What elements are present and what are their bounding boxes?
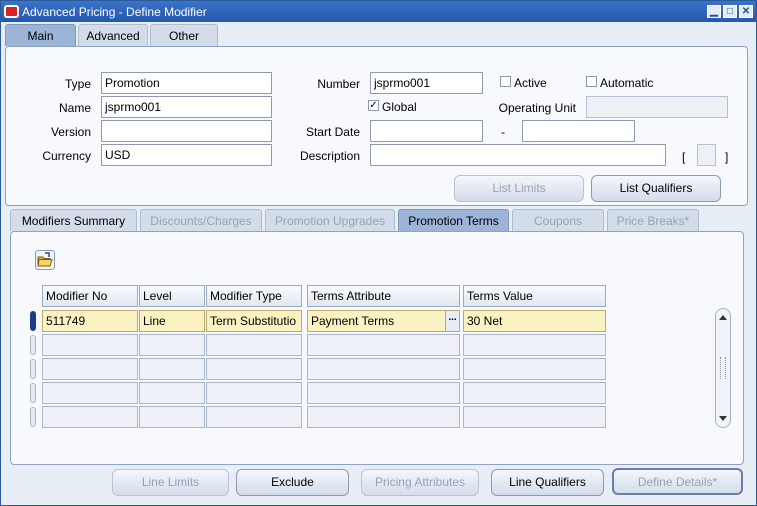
tab-other[interactable]: Other	[150, 24, 218, 46]
minimize-icon[interactable]: ▁	[707, 5, 721, 18]
description-field[interactable]	[370, 144, 666, 166]
cell-modifier-type[interactable]: Term Substitutio	[206, 310, 302, 332]
description-label: Description	[299, 149, 360, 163]
column-header-terms-value: Terms Value	[463, 285, 606, 307]
list-limits-button[interactable]: List Limits	[454, 175, 584, 202]
dff-open-bracket: [	[682, 150, 686, 164]
cell-modifier-type[interactable]	[206, 406, 302, 428]
cell-level[interactable]: Line	[139, 310, 205, 332]
column-header-level: Level	[139, 285, 205, 307]
tab-main[interactable]: Main	[5, 24, 76, 46]
title-bar: Advanced Pricing - Define Modifier ▁ □ ✕	[1, 1, 756, 22]
line-qualifiers-button[interactable]: Line Qualifiers	[491, 469, 604, 496]
cell-terms-attribute[interactable]	[307, 334, 460, 356]
list-qualifiers-button[interactable]: List Qualifiers	[591, 175, 721, 202]
cell-modifier-no[interactable]	[42, 358, 138, 380]
row-indicator[interactable]	[30, 335, 36, 355]
start-date-label: Start Date	[305, 125, 360, 139]
list-of-values-button[interactable]: ...	[445, 311, 459, 331]
column-header-terms-attribute: Terms Attribute	[307, 285, 460, 307]
column-header-modifier-no: Modifier No	[42, 285, 138, 307]
tab-discounts-charges[interactable]: Discounts/Charges	[140, 209, 262, 231]
cell-modifier-type[interactable]	[206, 382, 302, 404]
global-checkbox[interactable]: ✓	[368, 100, 379, 111]
cell-modifier-no[interactable]	[42, 406, 138, 428]
folder-icon	[37, 252, 53, 267]
cell-terms-attribute-text: Payment Terms	[311, 314, 395, 328]
cell-modifier-no[interactable]	[42, 382, 138, 404]
cell-terms-value[interactable]	[463, 406, 606, 428]
column-header-modifier-type: Modifier Type	[206, 285, 302, 307]
descriptive-flexfield[interactable]	[697, 144, 716, 166]
cell-modifier-no[interactable]: 511749	[42, 310, 138, 332]
window-title: Advanced Pricing - Define Modifier	[22, 5, 207, 19]
type-label: Type	[64, 77, 91, 91]
automatic-label: Automatic	[600, 76, 654, 90]
row-indicator-current[interactable]	[30, 311, 36, 331]
row-indicator[interactable]	[30, 383, 36, 403]
cell-level[interactable]	[139, 382, 205, 404]
exclude-button[interactable]: Exclude	[236, 469, 349, 496]
version-field[interactable]	[101, 120, 272, 142]
tab-promotion-terms[interactable]: Promotion Terms	[398, 209, 509, 231]
cell-terms-value[interactable]	[463, 334, 606, 356]
cell-terms-value[interactable]: 30 Net	[463, 310, 606, 332]
cell-terms-attribute[interactable]	[307, 406, 460, 428]
cell-terms-value[interactable]	[463, 358, 606, 380]
tab-price-breaks[interactable]: Price Breaks*	[607, 209, 699, 231]
vertical-scrollbar[interactable]	[715, 308, 731, 428]
line-limits-button[interactable]: Line Limits	[112, 469, 229, 496]
end-date-field[interactable]	[522, 120, 635, 142]
open-folder-button[interactable]	[35, 250, 55, 270]
number-label: Number	[317, 77, 360, 91]
active-checkbox[interactable]	[500, 76, 511, 87]
automatic-checkbox[interactable]	[586, 76, 597, 87]
tab-coupons[interactable]: Coupons	[512, 209, 604, 231]
scroll-grip-icon[interactable]	[720, 357, 726, 379]
active-label: Active	[514, 76, 547, 90]
modifier-window: Advanced Pricing - Define Modifier ▁ □ ✕…	[0, 0, 757, 506]
cell-modifier-type[interactable]	[206, 358, 302, 380]
cell-modifier-type[interactable]	[206, 334, 302, 356]
number-field[interactable]: jsprmo001	[370, 72, 483, 94]
operating-unit-label: Operating Unit	[498, 101, 576, 115]
oracle-app-icon	[4, 5, 19, 18]
cell-level[interactable]	[139, 334, 205, 356]
start-date-field[interactable]	[370, 120, 483, 142]
tab-modifiers-summary[interactable]: Modifiers Summary	[10, 209, 137, 231]
scroll-down-icon[interactable]	[719, 416, 727, 421]
date-separator: -	[501, 125, 505, 139]
maximize-icon[interactable]: □	[723, 5, 737, 18]
currency-field[interactable]: USD	[101, 144, 272, 166]
tab-advanced[interactable]: Advanced	[78, 24, 148, 46]
define-details-button[interactable]: Define Details*	[612, 468, 743, 495]
scroll-up-icon[interactable]	[719, 315, 727, 320]
version-label: Version	[50, 125, 91, 139]
name-label: Name	[58, 101, 91, 115]
operating-unit-field[interactable]	[586, 96, 728, 118]
cell-level[interactable]	[139, 406, 205, 428]
row-indicator[interactable]	[30, 407, 36, 427]
cell-terms-attribute[interactable]	[307, 382, 460, 404]
name-field[interactable]: jsprmo001	[101, 96, 272, 118]
cell-level[interactable]	[139, 358, 205, 380]
pricing-attributes-button[interactable]: Pricing Attributes	[361, 469, 479, 496]
type-field[interactable]: Promotion	[101, 72, 272, 94]
cell-terms-attribute[interactable]: Payment Terms ...	[307, 310, 460, 332]
row-indicator[interactable]	[30, 359, 36, 379]
currency-label: Currency	[42, 149, 91, 163]
cell-modifier-no[interactable]	[42, 334, 138, 356]
global-label: Global	[382, 100, 417, 114]
cell-terms-value[interactable]	[463, 382, 606, 404]
cell-terms-attribute[interactable]	[307, 358, 460, 380]
tab-promotion-upgrades[interactable]: Promotion Upgrades	[265, 209, 395, 231]
close-icon[interactable]: ✕	[739, 5, 753, 18]
dff-close-bracket: ]	[725, 150, 729, 164]
